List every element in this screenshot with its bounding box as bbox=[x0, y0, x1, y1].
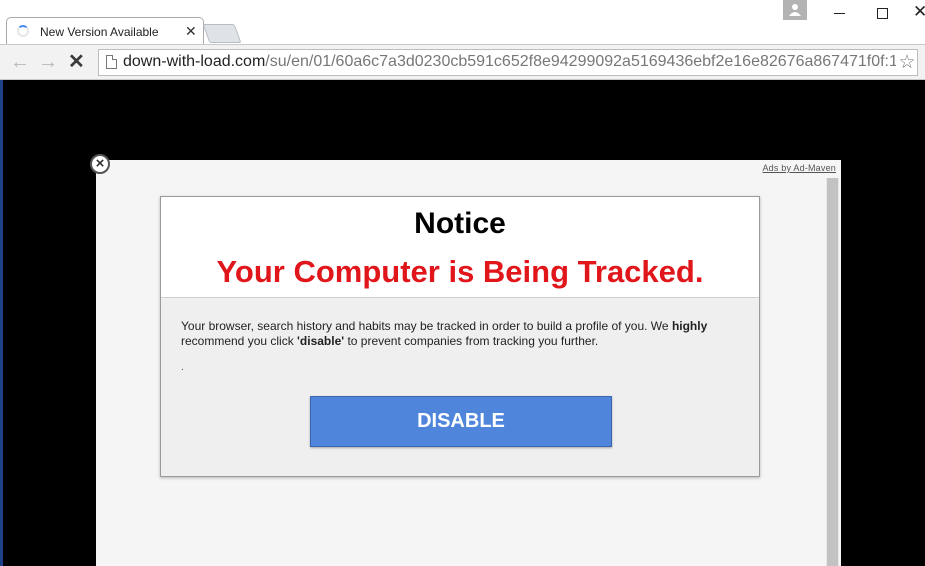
url-host: down-with-load.com bbox=[123, 53, 266, 70]
page-left-edge bbox=[0, 80, 3, 566]
body-text-2: recommend you click bbox=[181, 334, 298, 348]
minimize-icon[interactable] bbox=[834, 13, 845, 14]
ad-attribution-link[interactable]: Ads by Ad-Maven bbox=[762, 163, 836, 173]
browser-tab[interactable]: New Version Available ✕ bbox=[6, 17, 204, 45]
notice-dialog: Notice Your Computer is Being Tracked. Y… bbox=[160, 196, 760, 477]
address-bar[interactable]: down-with-load.com/su/en/01/60a6c7a3d023… bbox=[98, 49, 918, 76]
close-tab-icon[interactable]: ✕ bbox=[185, 22, 197, 40]
tab-title: New Version Available bbox=[40, 25, 159, 39]
back-arrow-icon[interactable]: ← bbox=[10, 51, 30, 73]
body-text-3: to prevent companies from tracking you f… bbox=[344, 334, 599, 348]
spinner-icon bbox=[17, 25, 29, 37]
disable-button[interactable]: DISABLE bbox=[310, 396, 612, 447]
maximize-icon[interactable] bbox=[877, 8, 888, 19]
ad-scrollbar[interactable] bbox=[826, 178, 839, 566]
body-bold-2: 'disable' bbox=[297, 334, 345, 348]
title-bar: New Version Available ✕ ✕ bbox=[0, 0, 925, 45]
notice-body: Your browser, search history and habits … bbox=[181, 319, 741, 349]
forward-arrow-icon[interactable]: → bbox=[38, 51, 58, 73]
browser-toolbar: ← → ✕ down-with-load.com/su/en/01/60a6c7… bbox=[0, 44, 925, 80]
user-profile-icon[interactable] bbox=[783, 0, 807, 20]
notice-title: Notice bbox=[414, 207, 506, 240]
notice-dot: . bbox=[181, 362, 184, 373]
url-path: /su/en/01/60a6c7a3d0230cb591c652f8e94299… bbox=[265, 53, 907, 70]
page-icon bbox=[106, 55, 117, 69]
new-tab-button[interactable] bbox=[202, 24, 242, 43]
notice-header: Notice Your Computer is Being Tracked. bbox=[161, 197, 759, 298]
body-bold-1: highly bbox=[671, 319, 708, 333]
body-text-1: Your browser, search history and habits … bbox=[181, 319, 672, 333]
scroll-thumb[interactable] bbox=[827, 178, 838, 566]
close-circle-icon[interactable]: × bbox=[90, 154, 110, 174]
notice-subtitle: Your Computer is Being Tracked. bbox=[216, 254, 704, 289]
window-close-icon[interactable]: ✕ bbox=[913, 2, 925, 22]
url-text[interactable]: down-with-load.com/su/en/01/60a6c7a3d023… bbox=[123, 53, 907, 71]
star-icon[interactable]: ☆ bbox=[896, 51, 917, 74]
stop-x-icon[interactable]: ✕ bbox=[68, 51, 85, 73]
